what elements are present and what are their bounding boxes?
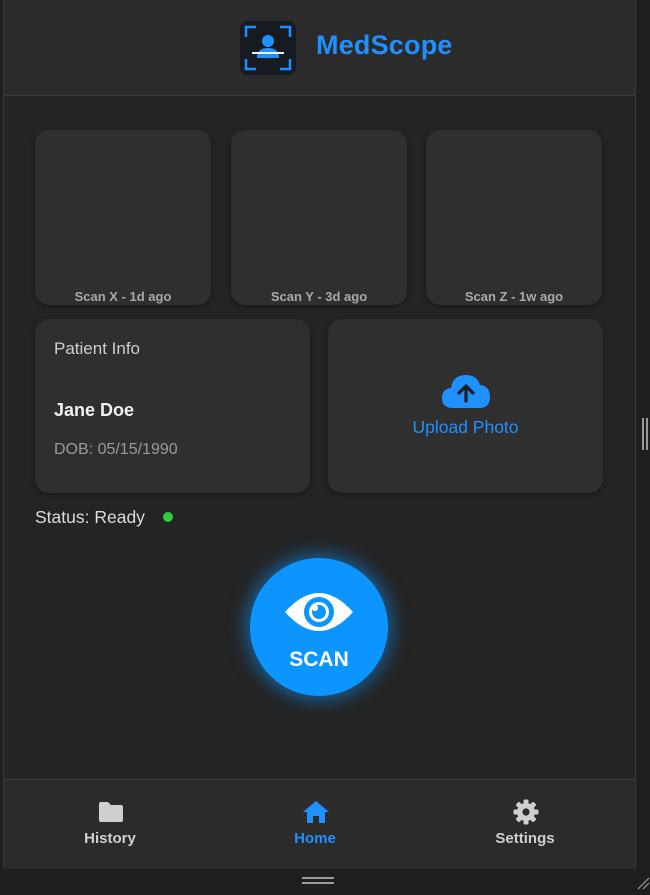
person-scan-icon xyxy=(240,21,296,75)
gear-icon xyxy=(512,798,540,826)
patient-name: Jane Doe xyxy=(54,400,135,420)
scan-card-label: Scan X - 1d ago xyxy=(74,289,172,304)
patient-info-card: Patient Info Jane Doe DOB: 05/15/1990 xyxy=(35,319,310,493)
side-resize-handle[interactable] xyxy=(642,418,648,450)
home-icon xyxy=(302,798,330,826)
bottom-resize-handle[interactable] xyxy=(302,877,334,884)
nav-item-history[interactable]: History xyxy=(50,780,170,869)
app-window: MedScope Scan X - 1d ago Scan Y - 3d ago… xyxy=(3,0,636,869)
recent-scan-card[interactable]: Scan Y - 3d ago xyxy=(231,130,407,305)
patient-info-title: Patient Info xyxy=(54,339,141,358)
status-indicator xyxy=(163,512,173,522)
scan-button-label: SCAN xyxy=(289,648,349,671)
scan-button[interactable]: SCAN xyxy=(250,558,388,696)
bottom-nav: History Home Settings xyxy=(4,779,635,869)
scan-card-label: Scan Z - 1w ago xyxy=(464,289,564,304)
nav-item-settings[interactable]: Settings xyxy=(465,780,585,869)
cloud-upload-icon xyxy=(440,371,492,411)
nav-item-home[interactable]: Home xyxy=(255,780,375,869)
corner-resize-grip[interactable] xyxy=(634,870,650,890)
app-header: MedScope xyxy=(4,0,635,96)
nav-label-settings: Settings xyxy=(495,830,555,847)
nav-label-home: Home xyxy=(294,830,336,847)
scan-card-label: Scan Y - 3d ago xyxy=(270,289,368,304)
upload-photo-label: Upload Photo xyxy=(412,417,519,437)
app-title: MedScope xyxy=(316,30,453,60)
recent-scan-card[interactable]: Scan X - 1d ago xyxy=(35,130,211,305)
eye-icon xyxy=(282,584,356,640)
status-text: Status: Ready xyxy=(35,507,145,527)
nav-label-history: History xyxy=(84,830,136,847)
upload-photo-button[interactable]: Upload Photo xyxy=(328,319,603,493)
folder-icon xyxy=(97,798,125,826)
recent-scan-card[interactable]: Scan Z - 1w ago xyxy=(426,130,602,305)
patient-dob: DOB: 05/15/1990 xyxy=(54,441,178,458)
